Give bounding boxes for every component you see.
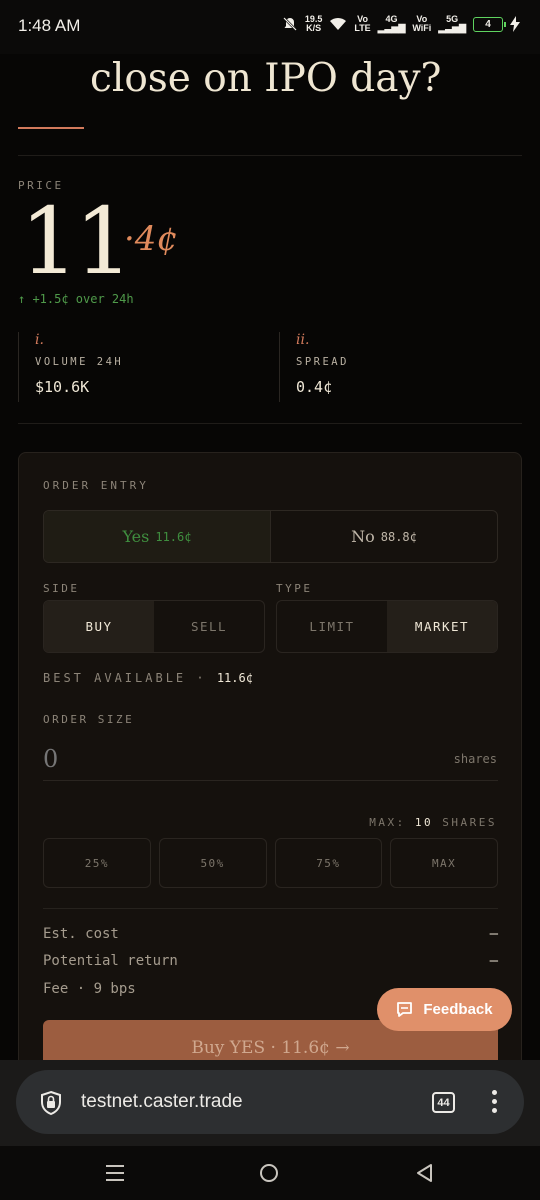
best-available: BEST AVAILABLE · 11.6¢ xyxy=(43,671,253,685)
outcome-name: Yes xyxy=(122,527,150,546)
tab-switcher-button[interactable]: 44 xyxy=(432,1092,455,1113)
order-size-label: ORDER SIZE xyxy=(43,713,135,726)
max-shares: MAX: 10 SHARES xyxy=(369,816,497,829)
type-toggle: LIMIT MARKET xyxy=(276,600,498,653)
fee-label: Fee · 9 bps xyxy=(43,981,136,997)
best-available-value: 11.6¢ xyxy=(216,671,253,685)
clock: 1:48 AM xyxy=(18,16,81,35)
network-speed: 19.5 K/S xyxy=(304,14,323,33)
side-label: SIDE xyxy=(43,582,80,595)
stat-number: i. xyxy=(35,332,44,348)
wifi-icon xyxy=(330,17,347,30)
signal-4g-icon: 4G ▂▃▅▇ xyxy=(377,14,406,33)
limit-button[interactable]: LIMIT xyxy=(277,601,387,652)
quick-size-buttons: 25% 50% 75% MAX xyxy=(43,838,498,888)
market-title: close on IPO day? xyxy=(90,56,442,101)
status-bar: 1:48 AM 19.5 K/S Vo LTE 4G ▂▃▅▇ Vo WiFi 5G ▂▃… xyxy=(0,0,540,54)
volte-indicator: Vo LTE xyxy=(354,14,371,33)
stat-label: VOLUME 24H xyxy=(35,356,124,368)
chat-bubble-icon xyxy=(397,1002,413,1017)
feedback-button[interactable]: Feedback xyxy=(377,988,512,1031)
more-menu-icon[interactable] xyxy=(492,1090,497,1113)
stat-label: SPREAD xyxy=(296,356,349,368)
recents-icon[interactable] xyxy=(104,1162,126,1184)
est-cost-row: Est. cost – xyxy=(43,926,498,942)
size-75-button[interactable]: 75% xyxy=(274,838,383,888)
system-nav-bar xyxy=(0,1146,540,1200)
vowifi-indicator: Vo WiFi xyxy=(412,14,432,33)
price-change: ↑ +1.5¢ over 24h xyxy=(18,292,134,306)
url-text[interactable]: testnet.caster.trade xyxy=(81,1091,243,1113)
price-decimal: ·4¢ xyxy=(124,219,179,259)
order-entry-title: ORDER ENTRY xyxy=(43,479,149,492)
stat-value: $10.6K xyxy=(35,378,90,396)
stat-spread: ii. SPREAD 0.4¢ xyxy=(279,332,349,402)
market-button[interactable]: MARKET xyxy=(387,601,497,652)
charging-icon xyxy=(510,16,520,32)
browser-toolbar: testnet.caster.trade 44 xyxy=(0,1060,540,1146)
size-25-button[interactable]: 25% xyxy=(43,838,151,888)
site-security-icon[interactable] xyxy=(38,1090,64,1116)
home-icon[interactable] xyxy=(258,1162,280,1184)
type-label: TYPE xyxy=(276,582,313,595)
size-max-button[interactable]: MAX xyxy=(390,838,498,888)
feedback-label: Feedback xyxy=(423,1001,493,1018)
order-entry-card: ORDER ENTRY Yes 11.6¢ No 88.8¢ SIDE TYPE… xyxy=(18,452,522,1060)
outcome-yes-button[interactable]: Yes 11.6¢ xyxy=(44,511,271,562)
outcome-name: No xyxy=(351,527,375,546)
outcome-price: 11.6¢ xyxy=(155,529,192,544)
potential-return-row: Potential return – xyxy=(43,953,498,969)
order-size-unit: shares xyxy=(453,752,497,766)
battery-icon: 4 xyxy=(473,16,506,32)
mute-icon xyxy=(282,17,297,31)
outcome-price: 88.8¢ xyxy=(380,529,417,544)
price-whole: 11 xyxy=(20,188,133,295)
title-accent-rule xyxy=(18,127,84,129)
size-50-button[interactable]: 50% xyxy=(158,838,267,888)
divider xyxy=(18,423,522,424)
best-available-label: BEST AVAILABLE · xyxy=(43,671,207,685)
buy-button[interactable]: BUY xyxy=(44,601,154,652)
order-size-input[interactable] xyxy=(43,737,498,781)
outcome-no-button[interactable]: No 88.8¢ xyxy=(271,511,497,562)
stat-volume: i. VOLUME 24H $10.6K xyxy=(18,332,123,402)
est-cost-value: – xyxy=(489,926,498,942)
divider xyxy=(43,908,498,909)
outcome-selector: Yes 11.6¢ No 88.8¢ xyxy=(43,510,498,563)
est-cost-label: Est. cost xyxy=(43,926,119,942)
side-toggle: BUY SELL xyxy=(43,600,265,653)
potential-return-label: Potential return xyxy=(43,953,178,969)
max-shares-value: 10 xyxy=(414,816,434,829)
divider xyxy=(18,155,522,156)
back-icon[interactable] xyxy=(414,1162,436,1184)
sell-button[interactable]: SELL xyxy=(154,601,264,652)
stat-value: 0.4¢ xyxy=(296,378,333,396)
status-icons: 19.5 K/S Vo LTE 4G ▂▃▅▇ Vo WiFi 5G ▂▃▅▇ 4 xyxy=(282,15,520,33)
address-bar[interactable]: testnet.caster.trade 44 xyxy=(16,1070,524,1134)
page-content[interactable]: close on IPO day? PRICE 11 ·4¢ ↑ +1.5¢ o… xyxy=(0,54,540,1060)
stat-number: ii. xyxy=(296,332,310,348)
potential-return-value: – xyxy=(489,953,498,969)
signal-5g-icon: 5G ▂▃▅▇ xyxy=(438,14,466,33)
